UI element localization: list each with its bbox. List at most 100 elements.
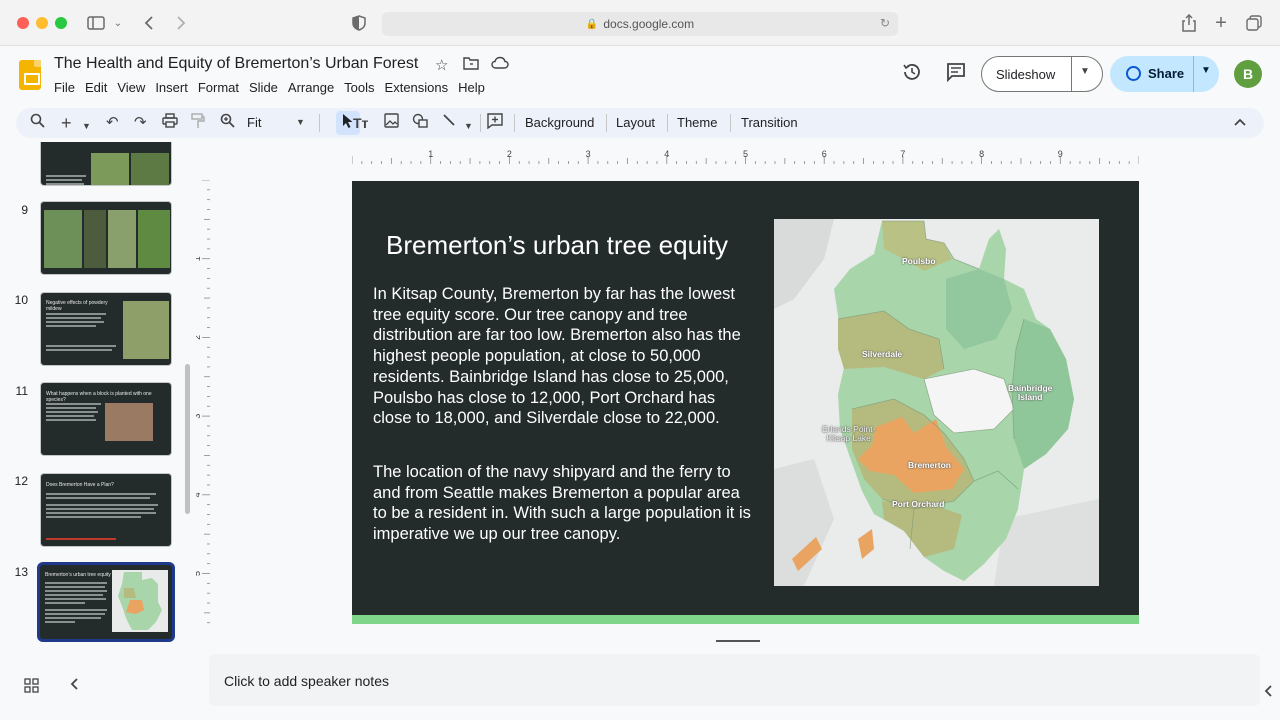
ruler-label: 4 (196, 492, 202, 497)
toolbar-divider (319, 114, 320, 132)
speaker-notes-placeholder[interactable]: Click to add speaker notes (224, 673, 389, 689)
menu-help[interactable]: Help (458, 80, 493, 95)
globe-icon (1126, 66, 1141, 81)
menu-insert[interactable]: Insert (155, 80, 196, 95)
layout-button[interactable]: Layout (616, 115, 655, 130)
slide-thumbnail-9[interactable] (40, 201, 172, 275)
ruler-label: 1 (196, 256, 202, 261)
slide-title[interactable]: Bremerton’s urban tree equity (386, 230, 728, 261)
text-box-icon[interactable]: Tт (353, 113, 368, 133)
line-caret-icon[interactable]: ▼ (464, 116, 473, 136)
tree-equity-map-image[interactable]: Poulsbo Silverdale Bainbridge Island Erl… (774, 219, 1099, 586)
zoom-select[interactable]: Fit (247, 115, 261, 130)
new-slide-icon[interactable]: + (61, 113, 72, 133)
slides-logo-icon[interactable] (19, 60, 41, 90)
ruler-label: 9 (1058, 149, 1063, 159)
slide-body-paragraph-2[interactable]: The location of the navy shipyard and th… (373, 462, 758, 545)
document-title[interactable]: The Health and Equity of Bremerton’s Urb… (54, 55, 418, 73)
slide-thumbnail-12[interactable]: Does Bremerton Have a Plan? (40, 473, 172, 547)
search-menus-icon[interactable] (30, 113, 45, 134)
thumb-tree-photo (108, 210, 136, 268)
redo-icon[interactable]: ↷ (134, 113, 147, 133)
address-bar[interactable]: 🔒 docs.google.com ↻ (382, 12, 898, 36)
account-avatar[interactable]: B (1234, 60, 1262, 88)
zoom-icon[interactable] (220, 113, 235, 134)
comments-icon[interactable] (946, 62, 966, 87)
chevron-down-icon[interactable]: ⌄ (112, 12, 124, 34)
thumb-text-line (46, 407, 96, 409)
share-options-caret-icon[interactable]: ▼ (1201, 65, 1211, 76)
thumb-text-line (45, 602, 85, 604)
add-comment-icon[interactable] (487, 113, 503, 135)
collapse-toolbar-chevron-up-icon[interactable] (1234, 113, 1246, 133)
line-icon[interactable] (442, 113, 456, 133)
collapse-filmstrip-chevron-left-icon[interactable] (70, 677, 80, 695)
thumb-text-line (45, 609, 107, 611)
close-window-button[interactable] (17, 17, 29, 29)
side-panel-chevron-left-icon[interactable] (1264, 684, 1274, 702)
menu-edit[interactable]: Edit (85, 80, 115, 95)
theme-button[interactable]: Theme (677, 115, 717, 130)
transition-button[interactable]: Transition (741, 115, 798, 130)
slide-filmstrip[interactable]: 9 10 Negative effects of powdery mildew … (0, 142, 198, 652)
thumb-leaf-photo (131, 153, 169, 185)
back-arrow-icon[interactable] (140, 12, 158, 34)
forward-arrow-icon[interactable] (172, 12, 190, 34)
share-page-icon[interactable] (1180, 12, 1198, 34)
menu-view[interactable]: View (117, 80, 153, 95)
menu-format[interactable]: Format (198, 80, 247, 95)
maximize-window-button[interactable] (55, 17, 67, 29)
zoom-caret-icon[interactable]: ▼ (296, 117, 305, 127)
menu-slide[interactable]: Slide (249, 80, 286, 95)
slide-thumbnail-8[interactable] (40, 142, 172, 186)
new-slide-layout-caret-icon[interactable]: ▼ (82, 116, 91, 136)
notes-resize-handle[interactable] (716, 640, 760, 642)
undo-icon[interactable]: ↶ (106, 113, 119, 133)
ruler-label: 6 (822, 149, 827, 159)
shape-icon[interactable] (412, 113, 429, 134)
slide-thumbnail-10[interactable]: Negative effects of powdery mildew (40, 292, 172, 366)
sidebar-toggle-icon[interactable] (86, 12, 106, 34)
ruler-label: 2 (196, 335, 202, 340)
menu-arrange[interactable]: Arrange (288, 80, 342, 95)
thumb-street-photo (105, 403, 153, 441)
menu-tools[interactable]: Tools (344, 80, 382, 95)
thumb-text-line (46, 508, 154, 510)
slideshow-button[interactable]: Slideshow ▼ (981, 56, 1103, 92)
thumb-text-line (46, 345, 116, 347)
ruler-label: 2 (507, 149, 512, 159)
privacy-shield-icon[interactable] (350, 12, 368, 34)
editing-toolbar: + ▼ ↶ ↷ Fit ▼ Tт ▼ Background Layout The… (16, 108, 1264, 138)
thumb-text-line (45, 590, 107, 592)
map-label-silverdale: Silverdale (862, 349, 903, 359)
thumb-leaf-photo (91, 153, 129, 185)
minimize-window-button[interactable] (36, 17, 48, 29)
toolbar-divider (514, 114, 515, 132)
filmstrip-scrollbar[interactable] (185, 364, 190, 514)
print-icon[interactable] (162, 113, 178, 134)
speaker-notes-panel[interactable]: Click to add speaker notes (209, 654, 1260, 706)
paint-format-icon[interactable] (191, 113, 205, 135)
ruler-label: 5 (743, 149, 748, 159)
lock-icon: 🔒 (585, 18, 599, 30)
slide-body-paragraph-1[interactable]: In Kitsap County, Bremerton by far has t… (373, 284, 758, 429)
slideshow-options-caret-icon[interactable]: ▼ (1080, 66, 1090, 77)
thumb-text-line (46, 493, 156, 495)
slide-thumbnail-13[interactable]: Bremerton’s urban tree equity (37, 562, 175, 642)
thumb-text-line (46, 504, 158, 506)
share-button[interactable]: Share ▼ (1110, 56, 1219, 92)
cloud-status-icon[interactable] (491, 56, 509, 74)
background-button[interactable]: Background (525, 115, 594, 130)
star-icon[interactable]: ☆ (435, 56, 448, 74)
tab-overview-icon[interactable] (1245, 12, 1263, 34)
grid-view-icon[interactable] (24, 678, 39, 697)
menu-extensions[interactable]: Extensions (385, 80, 457, 95)
insert-image-icon[interactable] (384, 113, 399, 134)
slide-canvas[interactable]: Bremerton’s urban tree equity In Kitsap … (352, 181, 1139, 624)
slide-thumbnail-11[interactable]: What happens when a block is planted wit… (40, 382, 172, 456)
new-tab-icon[interactable]: + (1212, 12, 1230, 34)
reload-icon[interactable]: ↻ (880, 16, 890, 30)
move-folder-icon[interactable] (463, 56, 479, 74)
menu-file[interactable]: File (54, 80, 83, 95)
version-history-icon[interactable] (902, 62, 922, 87)
